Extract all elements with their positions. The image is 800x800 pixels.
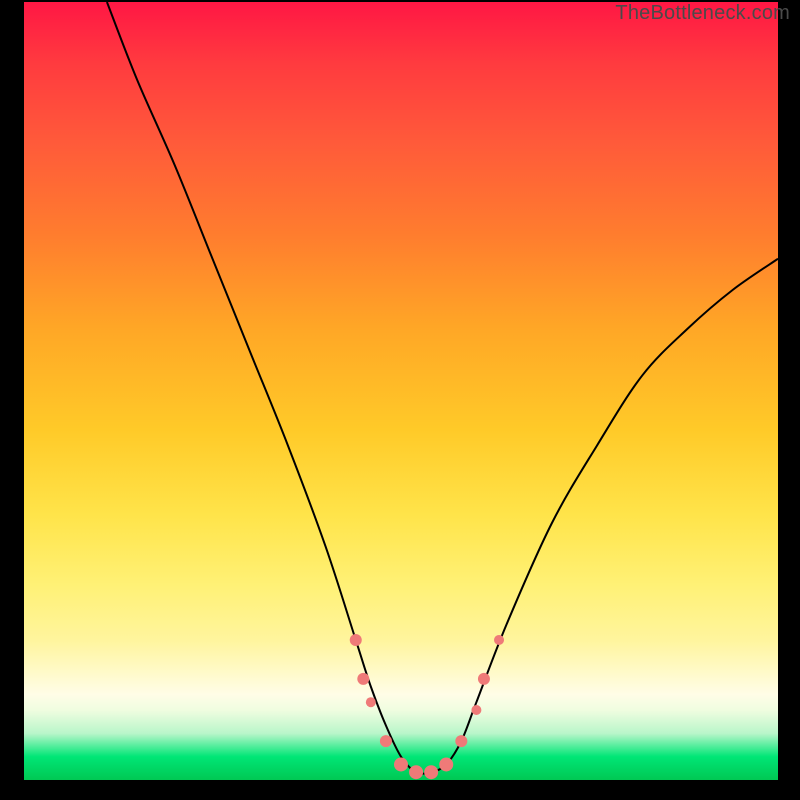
curve-marker xyxy=(357,673,369,685)
bottleneck-curve xyxy=(107,2,778,774)
watermark-label: TheBottleneck.com xyxy=(615,2,790,25)
curve-marker xyxy=(424,765,438,779)
curve-marker xyxy=(455,735,467,747)
curve-marker xyxy=(380,735,392,747)
curve-layer xyxy=(24,2,778,780)
curve-marker xyxy=(471,705,481,715)
curve-marker xyxy=(366,697,376,707)
plot-area xyxy=(24,2,778,780)
curve-marker xyxy=(394,757,408,771)
curve-marker xyxy=(478,673,490,685)
curve-marker xyxy=(494,635,504,645)
curve-marker xyxy=(439,757,453,771)
curve-marker xyxy=(409,765,423,779)
chart-outer-frame: TheBottleneck.com xyxy=(0,0,800,800)
curve-marker xyxy=(350,634,362,646)
